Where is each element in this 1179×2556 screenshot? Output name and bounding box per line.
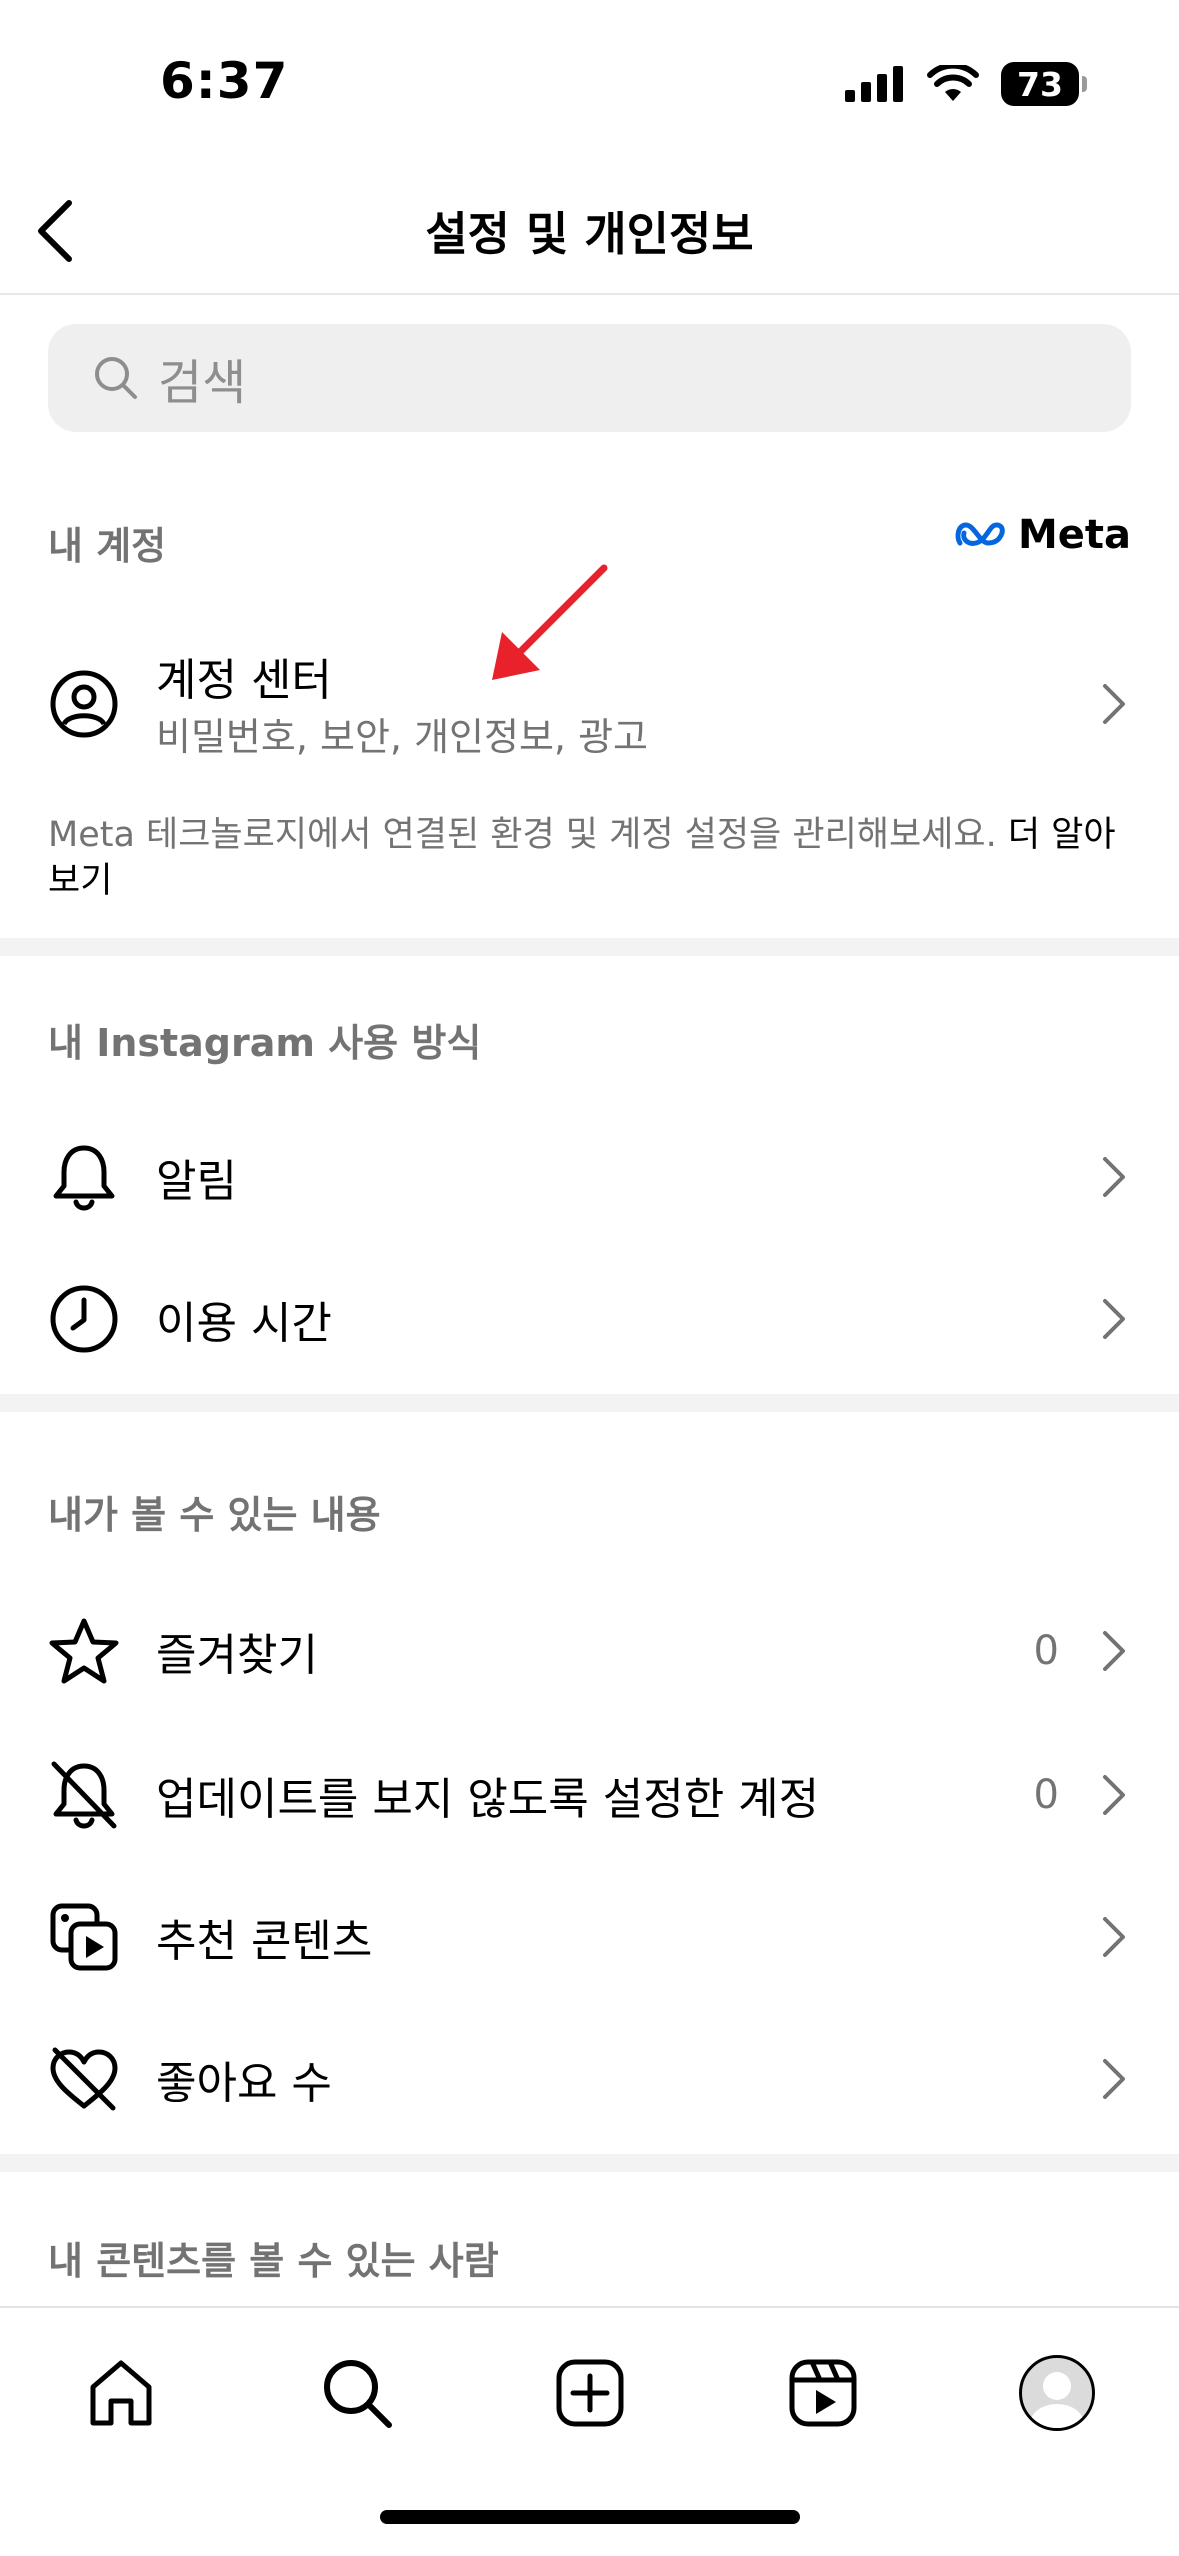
home-indicator	[380, 2510, 800, 2524]
chevron-right-icon	[1103, 1917, 1125, 1957]
nav-reels-button[interactable]	[778, 2348, 868, 2438]
star-icon	[49, 1618, 119, 1684]
account-circle-icon-wrap	[48, 668, 120, 740]
time-spent-label: 이용 시간	[156, 1298, 332, 1349]
cellular-signal-icon	[845, 66, 903, 102]
search-icon	[95, 357, 137, 399]
heart-slash-icon	[50, 2047, 118, 2111]
chevron-right-icon	[1103, 2059, 1125, 2099]
star-icon-wrap	[48, 1615, 120, 1687]
battery-indicator: 73	[1001, 62, 1087, 106]
description-text: Meta 테크놀로지에서 연결된 환경 및 계정 설정을 관리해보세요.	[48, 815, 1008, 855]
reels-icon	[789, 2359, 857, 2427]
favorites-row[interactable]: 즐겨찾기 0	[0, 1586, 1179, 1716]
clock-icon-wrap	[48, 1283, 120, 1355]
nav-create-button[interactable]	[545, 2348, 635, 2438]
annotation-arrow	[492, 564, 608, 680]
section-label-my-account: 내 계정	[48, 524, 167, 568]
section-label-what-you-see: 내가 볼 수 있는 내용	[48, 1493, 381, 1537]
like-counts-label: 좋아요 수	[156, 2058, 332, 2109]
search-nav-icon	[324, 2360, 392, 2428]
nav-divider	[0, 2306, 1179, 2308]
section-divider	[0, 938, 1179, 956]
bottom-nav	[0, 2336, 1179, 2446]
clock-icon	[50, 1285, 118, 1353]
bell-icon	[53, 1145, 115, 1211]
muted-accounts-row[interactable]: 업데이트를 보지 않도록 설정한 계정 0	[0, 1730, 1179, 1860]
section-label-usage: 내 Instagram 사용 방식	[48, 1021, 482, 1065]
nav-search-button[interactable]	[312, 2348, 402, 2438]
status-time: 6:37	[160, 52, 289, 110]
home-icon	[90, 2360, 152, 2426]
chevron-right-icon	[1103, 1631, 1125, 1671]
account-center-subtitle: 비밀번호, 보안, 개인정보, 광고	[156, 715, 648, 759]
heart-slash-icon-wrap	[48, 2043, 120, 2115]
search-input[interactable]: 검색	[48, 324, 1131, 432]
muted-bell-icon-wrap	[48, 1759, 120, 1831]
chevron-right-icon	[1103, 1299, 1125, 1339]
create-icon	[556, 2359, 624, 2427]
meta-infinity-icon	[955, 522, 1005, 546]
section-divider	[0, 2154, 1179, 2172]
favorites-count: 0	[1033, 1628, 1059, 1674]
suggested-content-label: 추천 콘텐츠	[156, 1916, 373, 1967]
account-center-title: 계정 센터	[156, 655, 332, 706]
muted-accounts-count: 0	[1033, 1772, 1059, 1818]
chevron-right-icon	[1103, 1775, 1125, 1815]
header-divider	[0, 293, 1179, 295]
status-icons: 73	[845, 62, 1087, 106]
meta-logo-text: Meta	[1017, 512, 1131, 558]
suggested-media-icon-wrap	[48, 1901, 120, 1973]
favorites-label: 즐겨찾기	[156, 1630, 318, 1681]
chevron-right-icon	[1103, 684, 1125, 724]
nav-home-button[interactable]	[76, 2348, 166, 2438]
like-counts-row[interactable]: 좋아요 수	[0, 2014, 1179, 2144]
time-spent-row[interactable]: 이용 시간	[0, 1254, 1179, 1384]
account-circle-icon	[50, 670, 118, 738]
meta-logo: Meta	[954, 512, 1131, 558]
profile-avatar	[1019, 2355, 1095, 2431]
search-placeholder: 검색	[158, 355, 247, 411]
bell-icon-wrap	[48, 1141, 120, 1213]
suggested-content-row[interactable]: 추천 콘텐츠	[0, 1872, 1179, 2002]
nav-profile-button[interactable]	[1012, 2348, 1102, 2438]
page-title: 설정 및 개인정보	[425, 207, 754, 261]
account-center-description: Meta 테크놀로지에서 연결된 환경 및 계정 설정을 관리해보세요. 더 알…	[48, 812, 1139, 904]
notifications-label: 알림	[156, 1156, 237, 1207]
notifications-row[interactable]: 알림	[0, 1112, 1179, 1242]
muted-bell-icon	[51, 1761, 117, 1829]
muted-accounts-label: 업데이트를 보지 않도록 설정한 계정	[156, 1774, 820, 1825]
battery-level: 73	[1017, 64, 1063, 104]
section-label-who-can-see: 내 콘텐츠를 볼 수 있는 사람	[48, 2239, 499, 2283]
suggested-media-icon	[50, 1903, 118, 1971]
section-divider	[0, 1394, 1179, 1412]
wifi-icon	[927, 65, 979, 101]
chevron-right-icon	[1103, 1157, 1125, 1197]
